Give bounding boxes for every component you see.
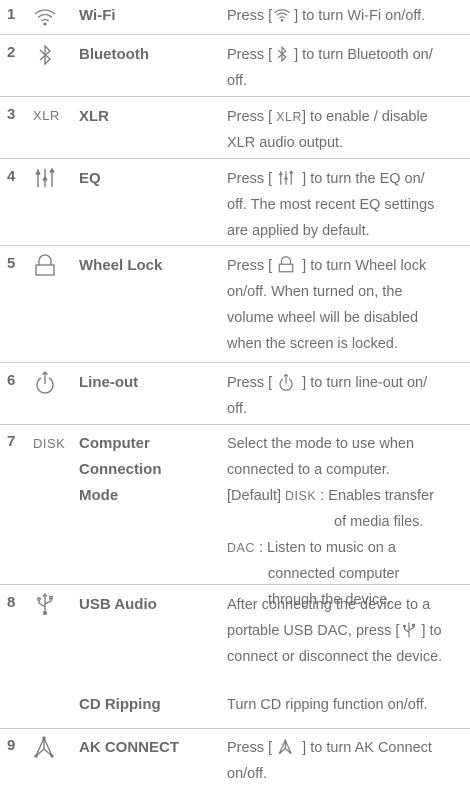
table-row: 5 Wheel Lock Press [ ] to turn Wheel loc… bbox=[0, 246, 470, 363]
disk-icon: DISK bbox=[285, 489, 317, 503]
row-number: 4 bbox=[7, 168, 16, 185]
feature-description: Press [ XLR] to enable / disable XLR aud… bbox=[227, 109, 428, 151]
line-out-icon bbox=[33, 370, 61, 394]
table-row: 2 Bluetooth Press [] to turn Bluetooth o… bbox=[0, 35, 470, 97]
row-number: 7 bbox=[7, 433, 16, 450]
feature-name: Line-out bbox=[79, 374, 139, 391]
row-number: 8 bbox=[7, 594, 16, 611]
feature-description: Press [ ] to turn the EQ on/ off. The mo… bbox=[227, 169, 435, 239]
table-row: 3 XLR XLR Press [ XLR] to enable / disab… bbox=[0, 97, 470, 159]
usb-icon bbox=[399, 621, 421, 639]
table-row: 9 AK CONNECT Press [ ] to turn AK Connec… bbox=[0, 729, 470, 793]
row-number: 3 bbox=[7, 106, 16, 123]
bluetooth-icon bbox=[272, 45, 294, 63]
eq-icon bbox=[276, 169, 298, 187]
wifi-icon bbox=[272, 6, 294, 24]
row-number: 1 bbox=[7, 6, 16, 23]
row-number: 5 bbox=[7, 255, 16, 272]
wifi-icon bbox=[33, 5, 61, 29]
feature-name: Wi-Fi bbox=[79, 7, 116, 24]
lock-icon bbox=[33, 254, 61, 278]
feature-description: Press [] to turn Wi-Fi on/off. bbox=[227, 6, 426, 24]
feature-description: Press [ ] to turn AK Connect on/off. bbox=[227, 738, 432, 782]
bluetooth-icon bbox=[33, 43, 61, 67]
feature-name: USB Audio bbox=[79, 596, 157, 613]
table-row: 7 DISK Computer Connection Mode Select t… bbox=[0, 425, 470, 608]
feature-name: EQ bbox=[79, 170, 101, 187]
feature-name: Bluetooth bbox=[79, 46, 149, 63]
feature-description: Press [ ] to turn Wheel lock on/off. Whe… bbox=[227, 256, 427, 352]
feature-name: CD Ripping bbox=[79, 696, 161, 713]
dac-icon: DAC bbox=[227, 541, 255, 555]
row-number: 2 bbox=[7, 44, 16, 61]
ak-connect-icon bbox=[33, 735, 61, 759]
feature-name: Computer Connection Mode bbox=[79, 435, 162, 504]
xlr-icon: XLR bbox=[276, 110, 302, 124]
usb-icon bbox=[33, 592, 61, 616]
feature-name: AK CONNECT bbox=[79, 739, 179, 756]
ak-connect-icon bbox=[276, 738, 298, 756]
xlr-icon: XLR bbox=[33, 108, 60, 123]
feature-description: Press [] to turn Bluetooth on/ off. bbox=[227, 45, 433, 89]
lock-icon bbox=[276, 256, 298, 274]
feature-description: After connecting the device to a portabl… bbox=[227, 597, 443, 665]
eq-icon bbox=[33, 166, 61, 190]
feature-name: XLR bbox=[79, 108, 109, 125]
disk-icon: DISK bbox=[33, 436, 66, 451]
feature-name: Wheel Lock bbox=[79, 257, 163, 274]
line-out-icon bbox=[276, 373, 298, 391]
table-row: 6 Line-out Press [ ] to turn line-out on… bbox=[0, 363, 470, 425]
feature-description: Press [ ] to turn line-out on/ off. bbox=[227, 373, 428, 417]
table-row: 8 USB Audio After connecting the device … bbox=[0, 585, 470, 729]
row-number: 6 bbox=[7, 372, 16, 389]
table-row: 4 EQ Press [ ] to turn the EQ on/ off. T… bbox=[0, 159, 470, 246]
table-row: 1 Wi-Fi Press [] to turn Wi-Fi on/off. bbox=[0, 0, 470, 35]
row-number: 9 bbox=[7, 737, 16, 754]
feature-description: Turn CD ripping function on/off. bbox=[227, 697, 428, 713]
